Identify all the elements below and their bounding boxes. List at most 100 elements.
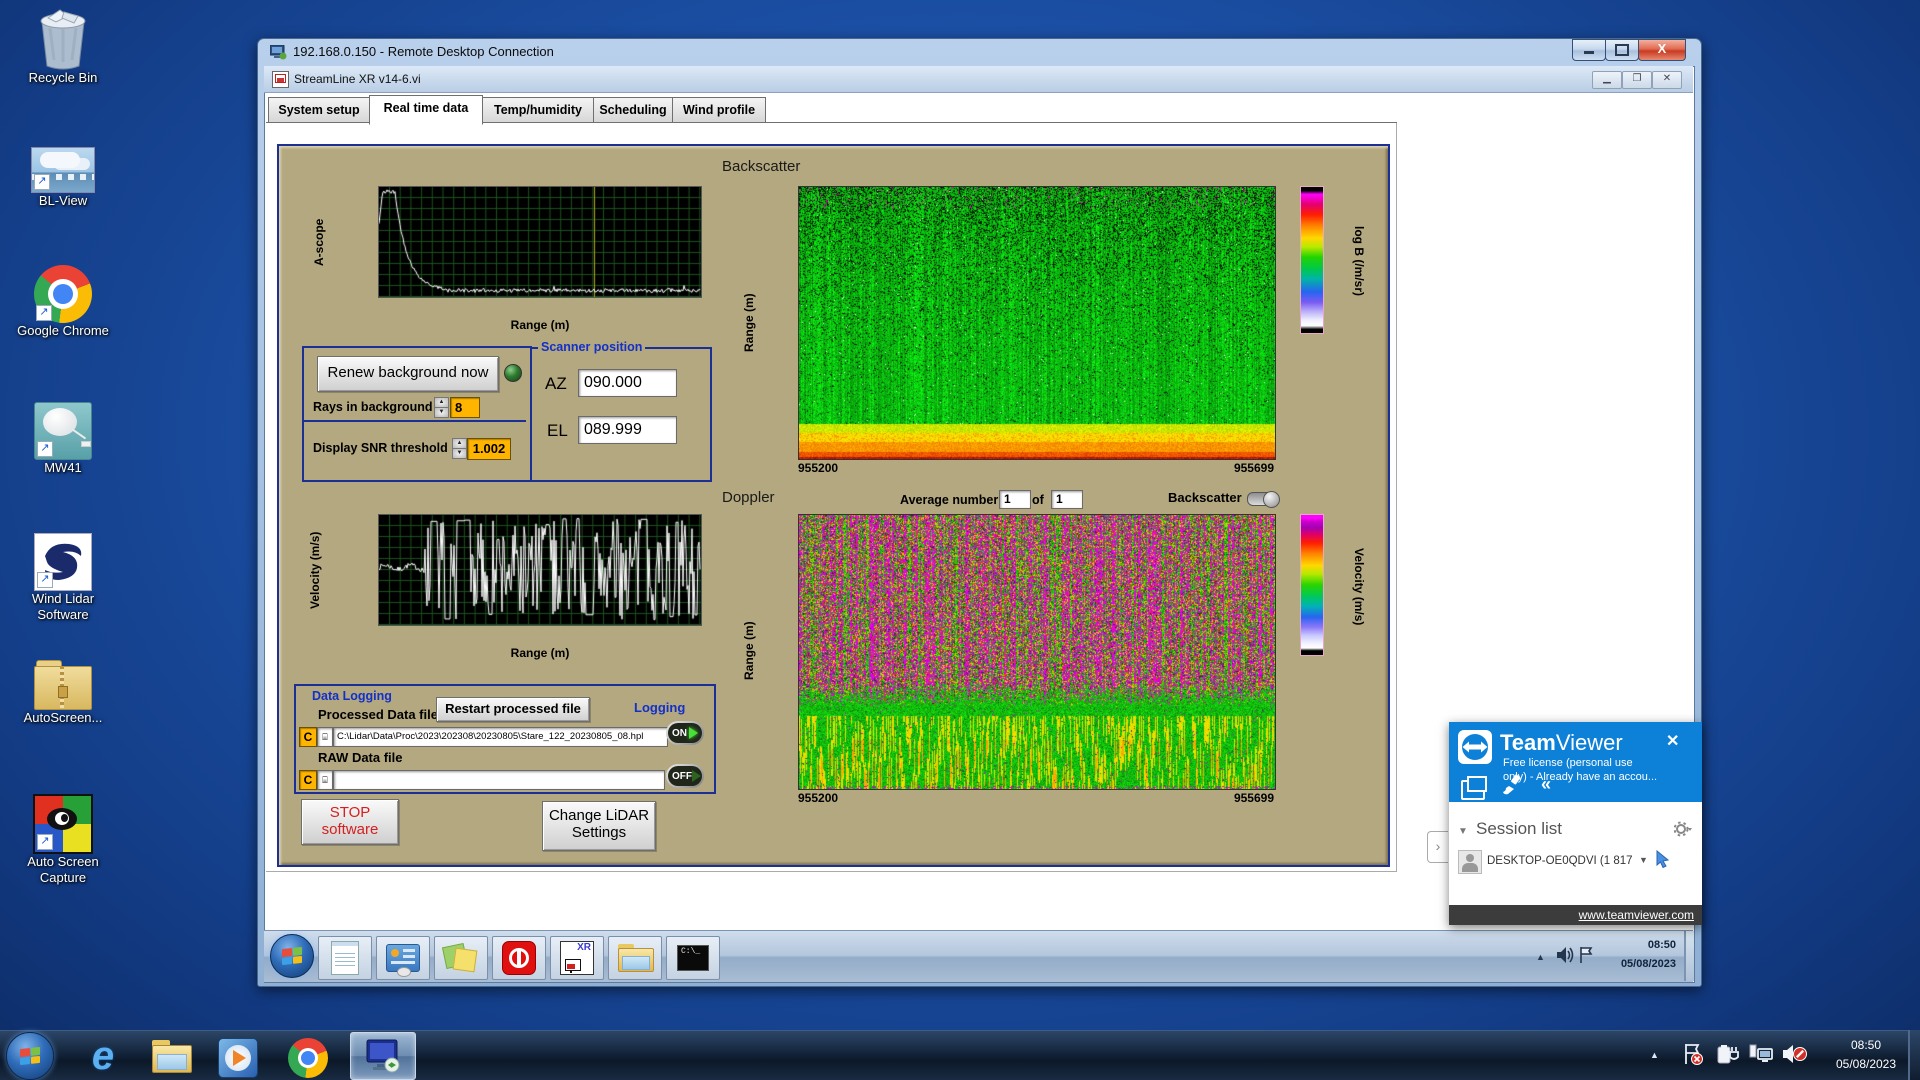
velocity-plot <box>378 514 702 626</box>
remote-taskbar-sticky-notes[interactable] <box>434 936 488 980</box>
license-line1: Free license (personal use <box>1503 757 1633 769</box>
doppler-colorbar-label: Velocity (m/s) <box>1352 548 1366 626</box>
remote-taskbar-cmd[interactable]: C:\_ <box>666 936 720 980</box>
off-arrow-icon <box>692 770 701 782</box>
tab-temp-humidity[interactable]: Temp/humidity <box>482 97 594 124</box>
tab-system-setup[interactable]: System setup <box>268 97 370 124</box>
vi-window-title: StreamLine XR v14-6.vi <box>294 72 421 86</box>
remote-taskbar-notepad[interactable] <box>318 936 372 980</box>
average-number-label: Average number <box>900 493 999 507</box>
tab-wind-profile[interactable]: Wind profile <box>672 97 766 124</box>
teamviewer-header: TeamViewer ✕ Free license (personal use … <box>1449 722 1702 802</box>
remote-speaker-icon[interactable] <box>1556 946 1576 964</box>
sticky-notes-icon <box>441 942 478 973</box>
raw-logging-off-switch[interactable]: OFF <box>666 764 704 788</box>
snr-spinner[interactable]: ▲ ▼ <box>452 438 467 459</box>
rays-spinner[interactable]: ▲ ▼ <box>434 397 449 418</box>
session-list-label: Session list <box>1476 819 1562 838</box>
on-arrow-icon <box>689 727 698 739</box>
renew-led-indicator <box>504 364 522 382</box>
teamviewer-license-text: Free license (personal use only) - Alrea… <box>1503 756 1657 784</box>
rdp-app-icon <box>270 45 287 60</box>
teamviewer-footer: www.teamviewer.com <box>1449 905 1702 925</box>
change-line2: Settings <box>571 824 627 841</box>
teamviewer-website-link[interactable]: www.teamviewer.com <box>1579 908 1694 922</box>
vi-titlebar[interactable]: StreamLine XR v14-6.vi <box>264 66 1693 93</box>
backscatter-colorbar <box>1300 186 1324 334</box>
data-logging-title: Data Logging <box>312 689 392 703</box>
teamviewer-brush-icon[interactable] <box>1501 774 1523 796</box>
remote-show-desktop[interactable] <box>1684 931 1694 981</box>
remote-start-button[interactable] <box>270 934 314 978</box>
remote-clock[interactable]: 08:50 05/08/2023 <box>1598 936 1676 973</box>
stop-line1: STOP <box>329 804 371 821</box>
tab-scheduling[interactable]: Scheduling <box>593 97 673 124</box>
settings-panel-icon <box>386 944 420 977</box>
backscatter-x-start: 955200 <box>798 461 839 475</box>
snr-value-field[interactable]: 1.002 <box>467 438 511 460</box>
velocity-ylabel: Velocity (m/s) <box>308 531 322 609</box>
doppler-colorbar <box>1300 514 1324 656</box>
teamviewer-collapse-icon[interactable]: « <box>1541 774 1551 795</box>
teamviewer-collapse-handle[interactable]: › <box>1427 831 1448 863</box>
rdp-titlebar[interactable]: 192.168.0.150 - Remote Desktop Connectio… <box>257 38 1700 66</box>
folder-icon <box>618 944 654 972</box>
raw-drive-box[interactable]: C <box>299 770 317 790</box>
backscatter-heatmap <box>798 186 1276 460</box>
session-list-expander-icon[interactable]: ▼ <box>1458 826 1468 837</box>
desktop: Recycle Bin ↗ BL-View ↗ Google Chrome ↗ … <box>0 0 1920 1080</box>
processed-path-field[interactable]: C:\Lidar\Data\Proc\2023\202308\20230805\… <box>333 727 668 747</box>
stop-app-icon <box>502 941 536 975</box>
maximize-button[interactable] <box>1605 39 1639 61</box>
rays-value-field[interactable]: 8 <box>450 397 480 418</box>
cmd-icon: C:\_ <box>677 945 709 971</box>
average-number-field[interactable]: 1 <box>999 490 1031 509</box>
teamviewer-copy-icon[interactable] <box>1461 776 1487 800</box>
restart-processed-file-button[interactable]: Restart processed file <box>436 697 590 722</box>
tab-real-time-data[interactable]: Real time data <box>369 95 483 125</box>
session-item[interactable]: DESKTOP-OE0QDVI (1 817 937 <box>1487 855 1635 867</box>
scanner-position-title: Scanner position <box>538 340 646 354</box>
remote-clock-date: 05/08/2023 <box>1620 957 1676 970</box>
off-label: OFF <box>672 770 692 782</box>
el-label: EL <box>547 421 568 440</box>
teamviewer-title: TeamViewer <box>1500 730 1623 756</box>
remote-taskbar-explorer[interactable] <box>608 936 662 980</box>
average-of-field[interactable]: 1 <box>1051 490 1083 509</box>
az-label: AZ <box>545 374 567 393</box>
snr-label: Display SNR threshold <box>313 441 448 455</box>
processed-path-type-icon: ⌸ <box>317 727 333 747</box>
session-settings-gear-icon[interactable] <box>1674 821 1692 837</box>
windows-logo-icon <box>282 946 302 966</box>
session-connect-cursor-icon[interactable] <box>1655 850 1671 868</box>
backscatter-toggle[interactable] <box>1247 491 1280 508</box>
change-lidar-settings-button[interactable]: Change LiDAR Settings <box>542 801 656 851</box>
backscatter-colorbar-label: log B (/m/sr) <box>1352 225 1366 296</box>
vi-minimize-button[interactable]: ▁ <box>1592 71 1622 89</box>
teamviewer-panel: TeamViewer ✕ Free license (personal use … <box>1449 722 1702 925</box>
vi-app-icon <box>272 71 289 88</box>
doppler-x-end: 955699 <box>1233 791 1274 805</box>
rdp-window-title: 192.168.0.150 - Remote Desktop Connectio… <box>293 44 554 59</box>
processed-logging-on-switch[interactable]: ON <box>666 721 704 745</box>
remote-taskbar-streamline-xr[interactable]: XR <box>550 936 604 980</box>
minimize-button[interactable] <box>1572 39 1606 61</box>
remote-tray-expand-icon[interactable]: ▲ <box>1536 952 1545 962</box>
rays-label: Rays in background <box>313 400 433 414</box>
renew-background-button[interactable]: Renew background now <box>317 356 499 392</box>
session-dropdown-icon[interactable]: ▼ <box>1639 855 1648 865</box>
teamviewer-close-icon[interactable]: ✕ <box>1666 731 1679 751</box>
az-value-field[interactable]: 090.000 <box>578 369 677 397</box>
processed-drive-box[interactable]: C <box>299 727 317 747</box>
raw-path-type-icon: ⌸ <box>317 770 333 790</box>
remote-taskbar-settings[interactable] <box>376 936 430 980</box>
remote-action-center-flag-icon[interactable] <box>1578 946 1596 964</box>
close-button[interactable]: X <box>1638 39 1686 61</box>
remote-taskbar-stop-app[interactable] <box>492 936 546 980</box>
vi-close-button[interactable]: ✕ <box>1652 71 1682 89</box>
raw-path-field[interactable] <box>333 770 665 790</box>
logging-label: Logging <box>634 700 686 715</box>
stop-software-button[interactable]: STOP software <box>301 799 399 845</box>
el-value-field[interactable]: 089.999 <box>578 416 677 444</box>
vi-restore-button[interactable]: ❐ <box>1622 71 1652 89</box>
